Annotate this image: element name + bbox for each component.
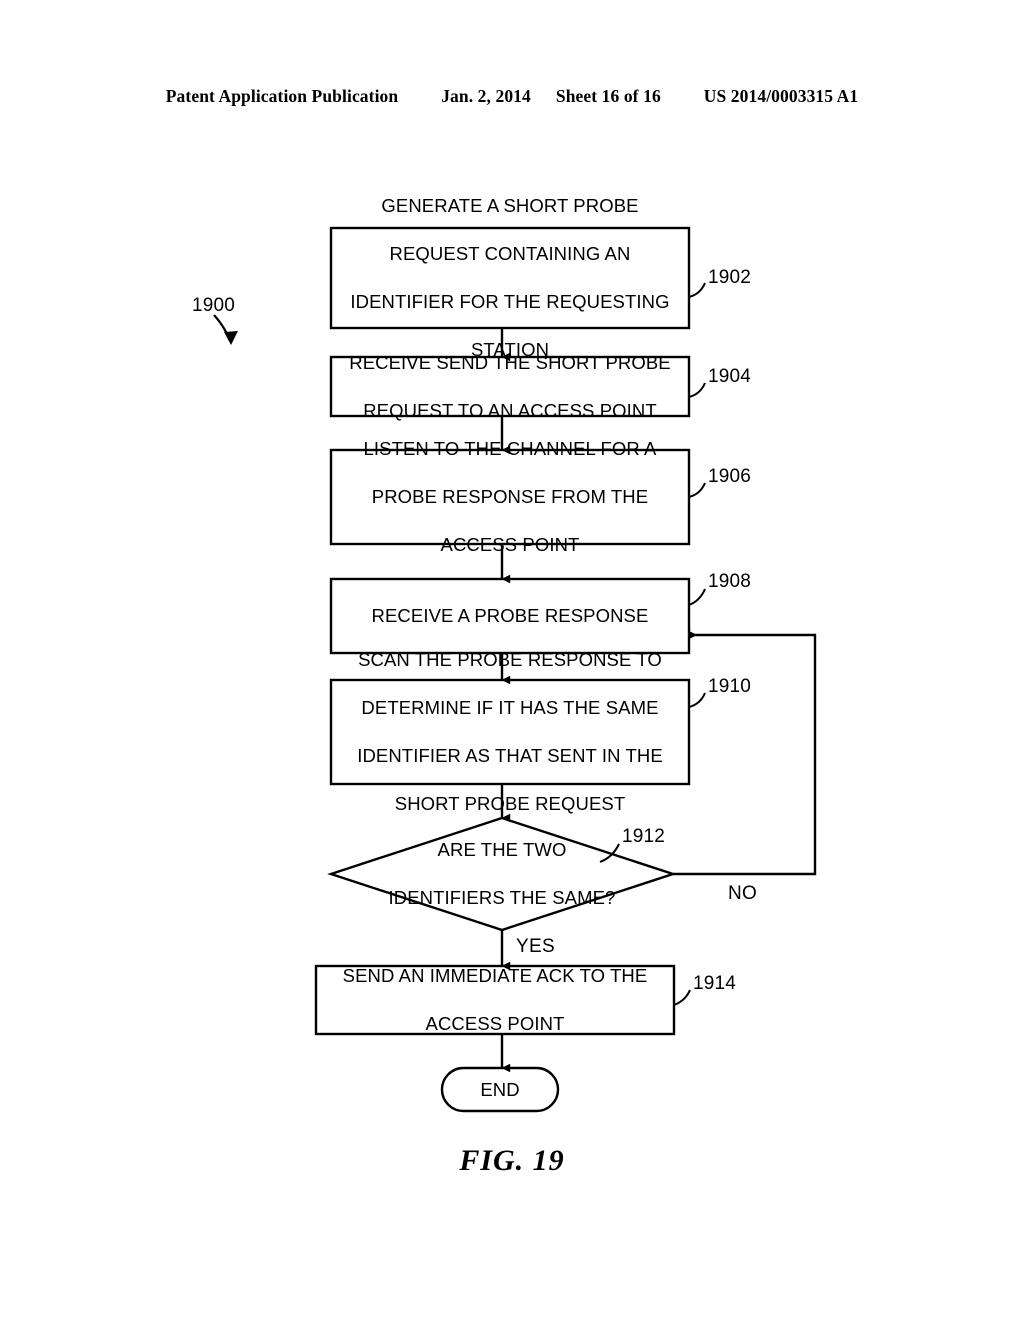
leader-1910 [688,692,706,708]
ref-numeral-1904: 1904 [708,366,752,387]
leader-1914 [673,989,691,1006]
flowchart-graphics [213,226,817,1113]
leader-1906 [688,482,706,498]
flow-label-1900: 1900 [192,295,236,316]
node-box-1902 [329,226,691,330]
node-box-1910 [329,678,691,786]
ref-numeral-1912: 1912 [622,826,666,847]
node-box-1914 [314,964,676,1036]
branch-label-yes: YES [516,936,555,957]
leader-1908 [688,588,706,606]
node-box-1908 [329,577,691,655]
branch-label-no: NO [728,883,758,904]
ref-numeral-1914: 1914 [693,973,737,994]
ref-numeral-1908: 1908 [708,571,752,592]
figure-19: GENERATE A SHORT PROBE REQUEST CONTAININ… [0,0,1024,1320]
flow-label-arrowhead [224,331,238,345]
node-box-1906 [329,448,691,546]
ref-numeral-1910: 1910 [708,676,752,697]
figure-caption: FIG. 19 [459,1144,565,1177]
connector-1912-no-loop [673,630,817,876]
leader-1904 [688,382,706,398]
ref-numeral-1902: 1902 [708,267,752,288]
node-box-1904 [329,355,691,418]
leader-1902 [688,282,706,298]
ref-numeral-1906: 1906 [708,466,752,487]
node-terminator-end [440,1066,560,1113]
